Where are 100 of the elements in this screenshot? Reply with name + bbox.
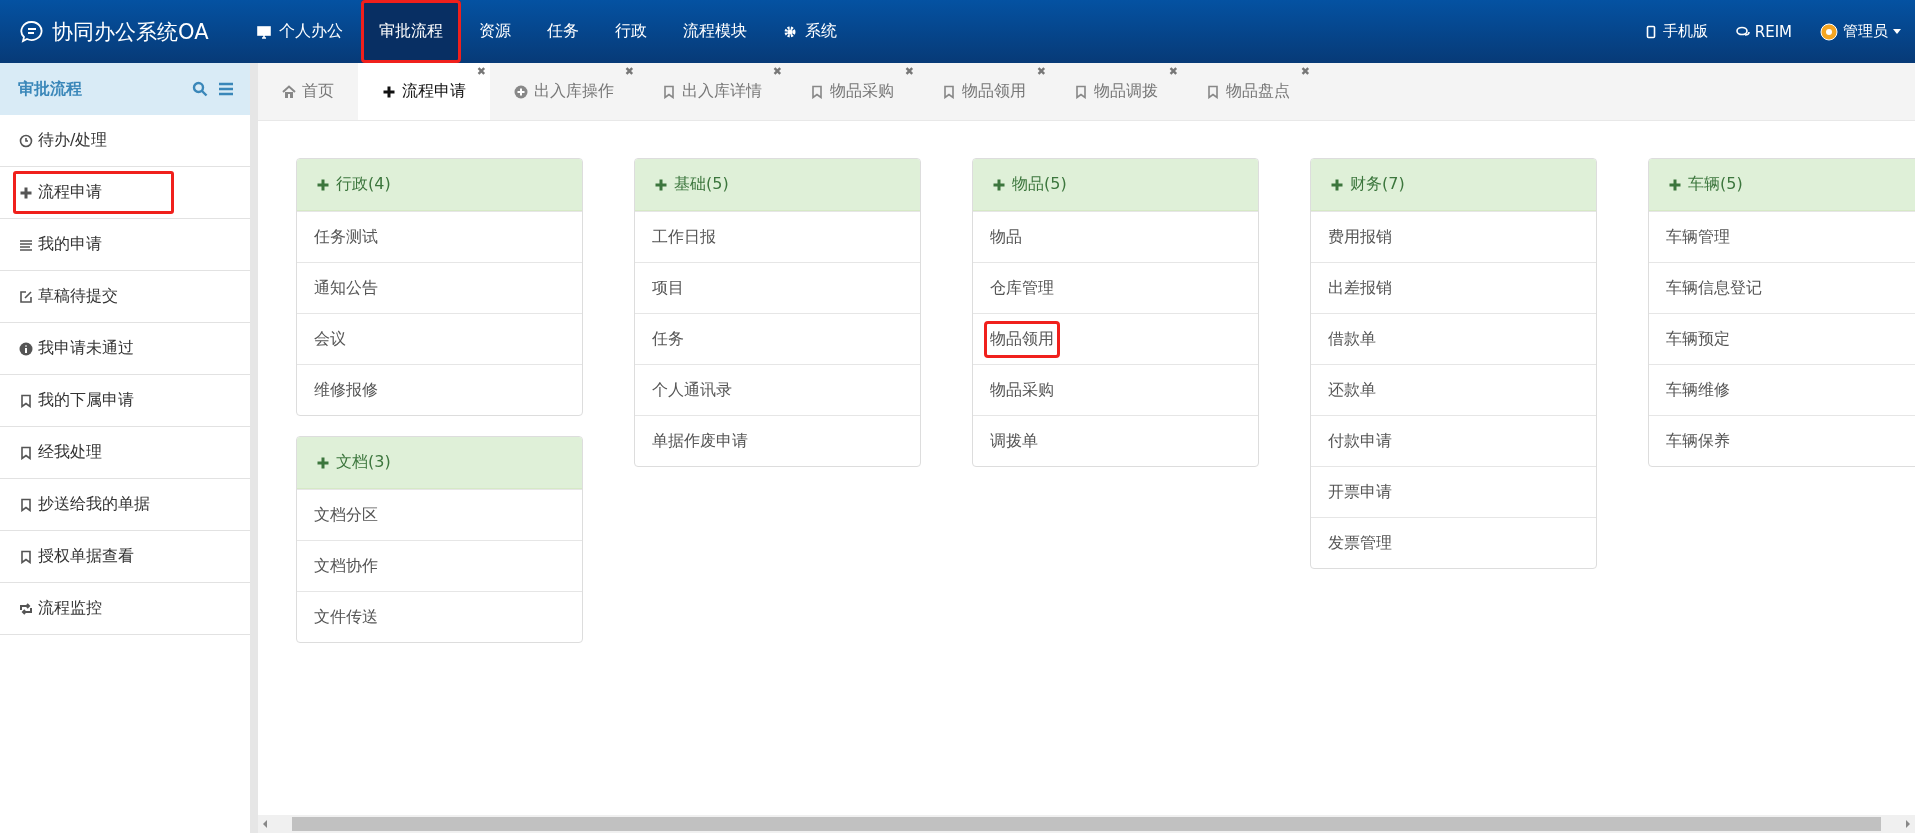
form-link[interactable]: 项目 [646, 269, 690, 307]
settings-icon [782, 24, 797, 39]
bookmark-icon [19, 393, 33, 408]
card-header[interactable]: 文档(3) [297, 437, 582, 489]
home-icon [282, 84, 296, 99]
close-icon[interactable]: ✖ [1300, 65, 1310, 78]
sidebar-item[interactable]: 我申请未通过 [12, 330, 175, 367]
form-link[interactable]: 单据作废申请 [646, 422, 754, 460]
form-link[interactable]: 会议 [308, 320, 352, 358]
nav-item[interactable]: 行政 [596, 0, 665, 63]
user-menu[interactable]: 管理员 [1806, 0, 1915, 63]
bookmark-icon [19, 445, 33, 460]
form-link[interactable]: 物品 [984, 218, 1028, 256]
plus-icon [654, 177, 668, 192]
edit-icon [19, 289, 33, 304]
sidebar-item[interactable]: 草稿待提交 [12, 278, 175, 315]
horizontal-scrollbar[interactable] [258, 815, 1915, 833]
close-icon[interactable]: ✖ [1036, 65, 1046, 78]
sidebar-item[interactable]: 流程监控 [12, 590, 175, 627]
plus-icon [316, 455, 330, 470]
form-link[interactable]: 任务测试 [308, 218, 384, 256]
bookmark-icon [662, 84, 676, 99]
form-link[interactable]: 任务 [646, 320, 690, 358]
list-icon [19, 237, 33, 252]
info-icon [19, 341, 33, 356]
tab[interactable]: 物品调拨 ✖ [1050, 63, 1182, 120]
tab[interactable]: 物品采购 ✖ [786, 63, 918, 120]
form-link[interactable]: 仓库管理 [984, 269, 1060, 307]
tab[interactable]: 流程申请 ✖ [358, 63, 490, 120]
chat-icon [1735, 24, 1750, 39]
form-link[interactable]: 车辆管理 [1660, 218, 1736, 256]
sidebar-item[interactable]: 流程申请 [12, 170, 175, 215]
form-link[interactable]: 借款单 [1322, 320, 1382, 358]
plus-icon [992, 177, 1006, 192]
form-link[interactable]: 出差报销 [1322, 269, 1398, 307]
card-header[interactable]: 财务(7) [1311, 159, 1596, 211]
plus-circle-icon [514, 84, 528, 99]
bookmark-icon [1206, 84, 1220, 99]
card-header[interactable]: 车辆(5) [1649, 159, 1915, 211]
form-link[interactable]: 费用报销 [1322, 218, 1398, 256]
nav-link[interactable]: 手机版 [1629, 0, 1722, 63]
form-link[interactable]: 开票申请 [1322, 473, 1398, 511]
form-link[interactable]: 文档协作 [308, 547, 384, 585]
tab[interactable]: 物品盘点 ✖ [1182, 63, 1314, 120]
card-header[interactable]: 物品(5) [973, 159, 1258, 211]
form-link[interactable]: 物品采购 [984, 371, 1060, 409]
plus-icon [1330, 177, 1344, 192]
sidebar-item[interactable]: 我的申请 [12, 226, 175, 263]
plus-icon [382, 84, 396, 99]
tab[interactable]: 出入库详情 ✖ [638, 63, 786, 120]
plus-icon [19, 185, 33, 200]
monitor-icon [256, 24, 271, 39]
nav-item[interactable]: 个人办公 [238, 0, 361, 63]
form-link[interactable]: 物品领用 [984, 320, 1060, 358]
bookmark-icon [19, 497, 33, 512]
plus-icon [1668, 177, 1682, 192]
app-title: 协同办公系统OA [52, 18, 209, 46]
clock-icon [19, 133, 33, 148]
nav-item[interactable]: 流程模块 [664, 0, 765, 63]
sidebar-item[interactable]: 授权单据查看 [12, 538, 175, 575]
form-link[interactable]: 车辆信息登记 [1660, 269, 1768, 307]
form-link[interactable]: 车辆保养 [1660, 422, 1736, 460]
form-link[interactable]: 个人通讯录 [646, 371, 738, 409]
card-header[interactable]: 基础(5) [635, 159, 920, 211]
close-icon[interactable]: ✖ [904, 65, 914, 78]
sidebar-item[interactable]: 我的下属申请 [12, 382, 175, 419]
close-icon[interactable]: ✖ [772, 65, 782, 78]
nav-link[interactable]: REIM [1721, 0, 1806, 63]
bookmark-icon [810, 84, 824, 99]
tab[interactable]: 出入库操作 ✖ [490, 63, 638, 120]
form-link[interactable]: 调拨单 [984, 422, 1044, 460]
bookmark-icon [1074, 84, 1088, 99]
sidebar-title: 审批流程 [18, 78, 83, 100]
menu-icon[interactable] [218, 82, 234, 96]
form-link[interactable]: 车辆维修 [1660, 371, 1736, 409]
close-icon[interactable]: ✖ [624, 65, 634, 78]
sidebar-item[interactable]: 抄送给我的单据 [12, 486, 175, 523]
nav-item[interactable]: 资源 [460, 0, 529, 63]
form-link[interactable]: 工作日报 [646, 218, 722, 256]
form-link[interactable]: 车辆预定 [1660, 320, 1736, 358]
form-link[interactable]: 发票管理 [1322, 524, 1398, 562]
form-link[interactable]: 通知公告 [308, 269, 384, 307]
form-link[interactable]: 付款申请 [1322, 422, 1398, 460]
tab[interactable]: 物品领用 ✖ [918, 63, 1050, 120]
nav-item[interactable]: 审批流程 [360, 0, 461, 63]
plus-icon [316, 177, 330, 192]
card-header[interactable]: 行政(4) [297, 159, 582, 211]
nav-item[interactable]: 任务 [528, 0, 597, 63]
tab[interactable]: 首页 [258, 63, 358, 120]
form-link[interactable]: 维修报修 [308, 371, 384, 409]
form-link[interactable]: 还款单 [1322, 371, 1382, 409]
close-icon[interactable]: ✖ [1168, 65, 1178, 78]
search-icon[interactable] [192, 81, 208, 97]
sidebar-item[interactable]: 经我处理 [12, 434, 175, 471]
close-icon[interactable]: ✖ [476, 65, 486, 78]
form-link[interactable]: 文档分区 [308, 496, 384, 534]
nav-item[interactable]: 系统 [764, 0, 855, 63]
sidebar-item[interactable]: 待办/处理 [12, 122, 175, 159]
form-link[interactable]: 文件传送 [308, 598, 384, 636]
repeat-icon [19, 601, 33, 616]
